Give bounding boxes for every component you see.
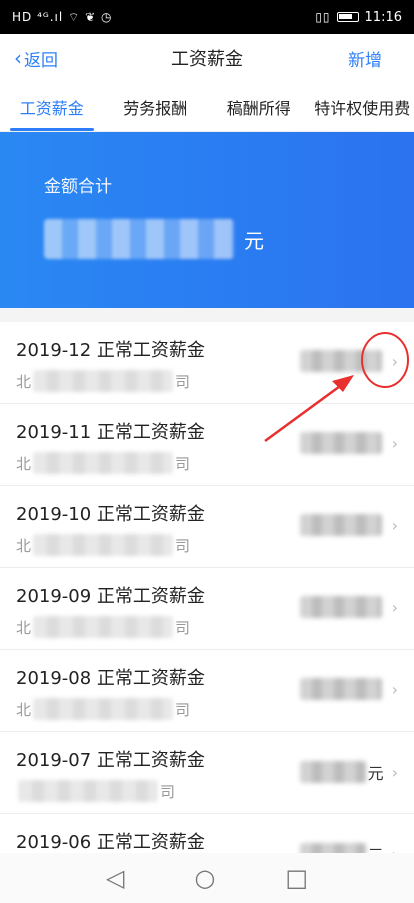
status-bar: HD ⁴ᴳ.ıl ⌔ ❦ ◷ ▯▯ 11:16 [0, 0, 414, 34]
company-suffix: 司 [175, 536, 191, 555]
list-item[interactable]: 2019-09 正常工资薪金 北 司 › [0, 568, 414, 650]
tab-author-remuneration[interactable]: 稿酬所得 [207, 82, 311, 131]
record-company: 北 司 [16, 370, 414, 392]
chevron-right-icon: › [391, 679, 398, 699]
summary-label: 金额合计 [44, 177, 112, 197]
tab-labor-remuneration[interactable]: 劳务报酬 [104, 82, 208, 131]
system-back-icon[interactable]: ◁ [106, 864, 124, 892]
back-button[interactable]: ‹ 返回 [14, 46, 58, 71]
record-amount: › [299, 596, 398, 618]
record-company: 北 司 [16, 534, 414, 556]
salary-record-list: 2019-12 正常工资薪金 北 司 › 2019-11 正常工资薪金 北 司 [0, 322, 414, 896]
amount-unit: 元 [367, 764, 384, 783]
company-prefix: 北 [16, 618, 32, 637]
summary-banner: 金额合计 元 [0, 132, 414, 308]
tab-salary[interactable]: 工资薪金 [0, 82, 104, 131]
company-redacted [18, 780, 158, 802]
record-amount: 元 › [299, 760, 398, 784]
record-amount: › [299, 350, 398, 372]
chevron-right-icon: › [391, 762, 398, 782]
record-company: 北 司 [16, 616, 414, 638]
amount-redacted [299, 432, 382, 454]
chevron-right-icon: › [391, 351, 398, 371]
company-suffix: 司 [175, 372, 191, 391]
list-item[interactable]: 2019-11 正常工资薪金 北 司 › [0, 404, 414, 486]
list-item[interactable]: 2019-10 正常工资薪金 北 司 › [0, 486, 414, 568]
amount-redacted [299, 514, 382, 536]
company-suffix: 司 [175, 700, 191, 719]
amount-redacted [299, 596, 382, 618]
company-suffix: 司 [175, 618, 191, 637]
status-time: 11:16 [364, 9, 402, 25]
company-redacted [33, 616, 174, 638]
record-amount: › [299, 432, 398, 454]
company-suffix: 司 [175, 454, 191, 473]
battery-icon [336, 12, 359, 22]
vibrate-icon: ▯▯ [315, 10, 331, 24]
chevron-left-icon: ‹ [14, 46, 22, 70]
status-icons-left: HD ⁴ᴳ.ıl ⌔ ❦ ◷ [12, 10, 112, 25]
list-item[interactable]: 2019-07 正常工资薪金 司 元 › [0, 732, 414, 814]
summary-amount: 元 [44, 219, 414, 259]
status-icons-right: ▯▯ 11:16 [315, 10, 402, 25]
summary-amount-redacted [44, 219, 234, 259]
chevron-right-icon: › [391, 515, 398, 535]
company-prefix: 北 [16, 536, 32, 555]
record-amount: › [299, 678, 398, 700]
phone-screen: HD ⁴ᴳ.ıl ⌔ ❦ ◷ ▯▯ 11:16 ‹ 返回 工资薪金 新增 工资薪… [0, 0, 414, 903]
company-prefix: 北 [16, 372, 32, 391]
company-suffix: 司 [160, 782, 176, 801]
amount-redacted [299, 350, 382, 372]
system-home-icon[interactable]: ○ [194, 864, 215, 892]
company-redacted [33, 698, 174, 720]
company-prefix: 北 [16, 700, 32, 719]
record-company: 北 司 [16, 452, 414, 474]
signal-wifi-icons: HD ⁴ᴳ.ıl ⌔ ❦ ◷ [12, 9, 113, 24]
nav-bar: ‹ 返回 工资薪金 新增 [0, 34, 414, 82]
back-label: 返回 [24, 50, 58, 71]
amount-redacted [299, 678, 382, 700]
company-prefix: 北 [16, 454, 32, 473]
list-item[interactable]: 2019-12 正常工资薪金 北 司 › [0, 322, 414, 404]
income-type-tabs: 工资薪金 劳务报酬 稿酬所得 特许权使用费 [0, 82, 414, 132]
add-button[interactable]: 新增 [348, 46, 400, 71]
company-redacted [33, 452, 174, 474]
tab-royalties[interactable]: 特许权使用费 [311, 82, 414, 131]
system-recent-apps-icon[interactable]: □ [285, 864, 308, 892]
record-company: 北 司 [16, 698, 414, 720]
company-redacted [33, 370, 174, 392]
list-item[interactable]: 2019-08 正常工资薪金 北 司 › [0, 650, 414, 732]
amount-redacted [299, 761, 366, 783]
record-amount: › [299, 514, 398, 536]
company-redacted [33, 534, 174, 556]
summary-unit: 元 [244, 228, 264, 253]
chevron-right-icon: › [391, 433, 398, 453]
chevron-right-icon: › [391, 597, 398, 617]
system-navigation-bar: ◁ ○ □ [0, 853, 414, 903]
